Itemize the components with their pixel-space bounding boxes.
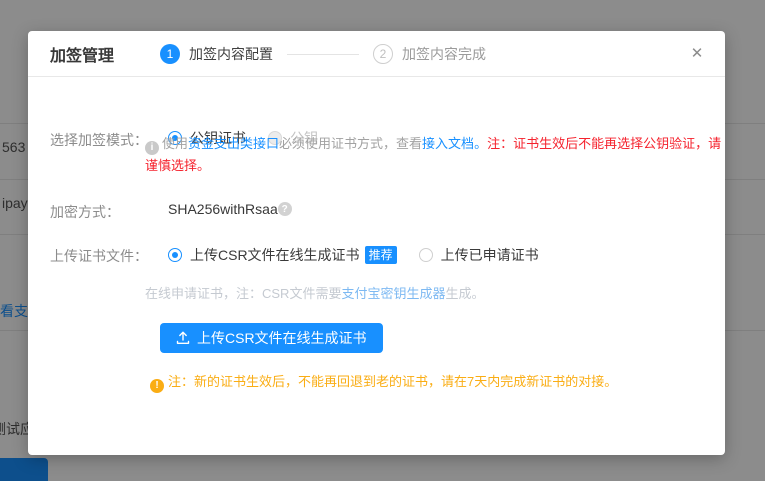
note2-text: 在线申请证书，注：CSR文件需要 [145,286,341,301]
radio-unselected-icon[interactable] [419,248,433,262]
close-icon[interactable]: ✕ [687,44,707,64]
step-2-number-icon: 2 [373,44,393,64]
upload-cert-label: 上传证书文件： [50,246,148,266]
csr-note: 在线申请证书，注：CSR文件需要支付宝密钥生成器生成。 [145,283,730,305]
radio-upload-csr-label: 上传CSR文件在线生成证书 [190,245,360,265]
encrypt-method-value-row: SHA256withRsaa ? [168,201,292,217]
step-indicator: 1 加签内容配置 2 加签内容完成 [160,31,486,77]
cert-mode-note: i使用资金支出类接口必须使用证书方式，查看接入文档。注：证书生效后不能再选择公钥… [145,133,730,177]
note2-text: 生成。 [445,286,484,301]
sign-mode-label: 选择加签模式： [50,130,148,150]
encrypt-method-value: SHA256withRsaa [168,201,278,217]
note1-text: 使用 [162,136,188,151]
upload-csr-button[interactable]: 上传CSR文件在线生成证书 [160,323,383,353]
upload-cert-radio-group: 上传CSR文件在线生成证书 推荐 上传已申请证书 [168,245,561,265]
radio-upload-existing-cert[interactable]: 上传已申请证书 [419,245,539,265]
fund-api-link[interactable]: 资金支出类接口 [188,136,279,151]
dialog-title: 加签管理 [50,42,114,66]
step-1-label: 加签内容配置 [189,44,273,64]
recommend-badge: 推荐 [365,246,397,264]
sign-management-dialog: 加签管理 1 加签内容配置 2 加签内容完成 ✕ 选择加签模式： 公钥证书 公钥… [28,31,725,455]
radio-upload-existing-label: 上传已申请证书 [441,245,539,265]
step-2: 2 加签内容完成 [373,44,486,64]
key-generator-link[interactable]: 支付宝密钥生成器 [341,286,445,301]
radio-upload-csr[interactable]: 上传CSR文件在线生成证书 推荐 [168,245,397,265]
integration-doc-link[interactable]: 接入文档 [422,136,474,151]
upload-csr-button-label: 上传CSR文件在线生成证书 [197,328,367,348]
step-1-number-icon: 1 [160,44,180,64]
upload-icon [176,331,190,345]
encrypt-method-label: 加密方式： [50,202,120,222]
new-cert-warning: ! 注：新的证书生效后，不能再回退到老的证书，请在7天内完成新证书的对接。 [150,371,617,393]
help-icon[interactable]: ? [278,202,292,216]
note1-period: 。 [474,136,487,151]
radio-selected-icon[interactable] [168,248,182,262]
warning-icon: ! [150,379,164,393]
step-1: 1 加签内容配置 [160,44,273,64]
new-cert-warning-text: 注：新的证书生效后，不能再回退到老的证书，请在7天内完成新证书的对接。 [168,374,617,389]
dialog-header: 加签管理 1 加签内容配置 2 加签内容完成 [28,31,725,77]
info-icon: i [145,141,159,155]
step-2-label: 加签内容完成 [402,44,486,64]
step-connector-line [287,54,359,55]
note1-text: 必须使用证书方式，查看 [279,136,422,151]
